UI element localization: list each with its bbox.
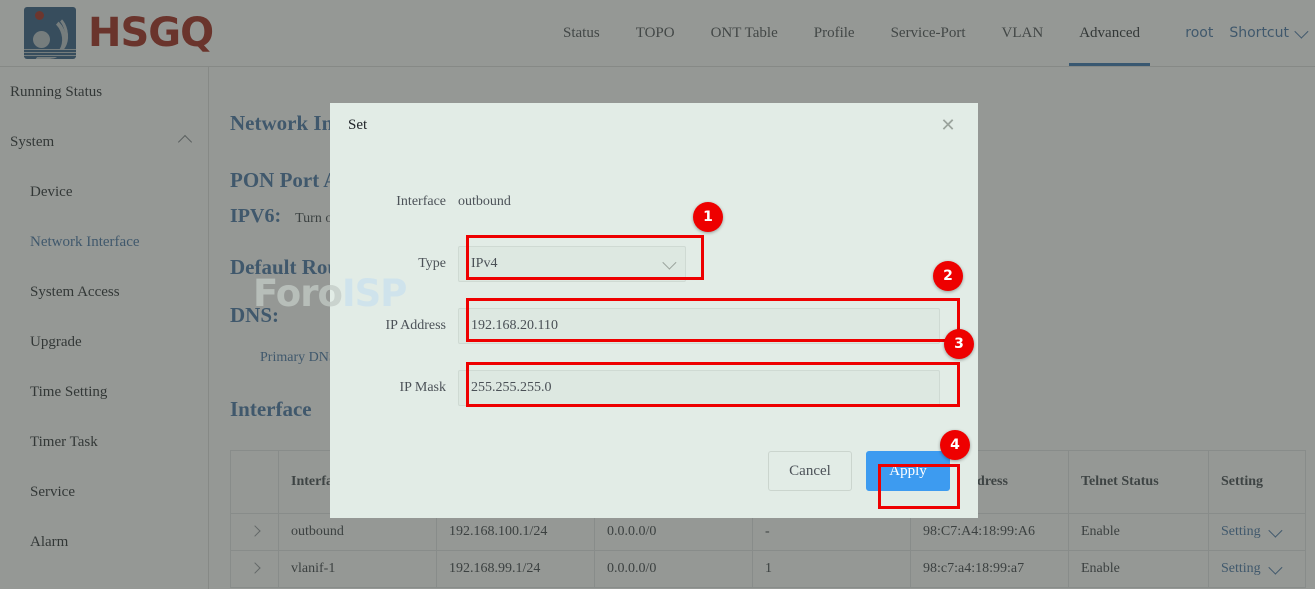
type-label: Type [330,256,458,272]
dialog-title: Set [348,117,367,134]
type-select[interactable]: IPv4 [458,246,686,282]
close-icon[interactable]: ✕ [938,117,958,137]
step-badge-1: 1 [693,202,723,232]
ip-address-label: IP Address [330,318,458,334]
ip-mask-label: IP Mask [330,380,458,396]
step-badge-2: 2 [933,261,963,291]
dialog-footer: Cancel Apply [768,451,950,491]
field-row-type: Type IPv4 [330,233,978,295]
ip-mask-input[interactable]: 255.255.255.0 [458,370,940,406]
step-badge-3: 3 [944,329,974,359]
interface-value: outbound [458,194,511,210]
ip-mask-value: 255.255.255.0 [471,380,552,396]
chevron-down-icon [662,256,676,270]
field-row-interface: Interface outbound [330,171,978,233]
type-selected-value: IPv4 [471,256,497,272]
apply-button[interactable]: Apply [866,451,950,491]
step-badge-4: 4 [940,430,970,460]
dialog-form: Interface outbound Type IPv4 IP Address … [330,171,978,419]
field-row-ip-mask: IP Mask 255.255.255.0 [330,357,978,419]
set-interface-dialog: ✕ Interface outbound Type IPv4 IP Addres… [330,103,978,518]
interface-label: Interface [330,194,458,210]
field-row-ip-address: IP Address 192.168.20.110 [330,295,978,357]
ip-address-value: 192.168.20.110 [471,318,558,334]
ip-address-input[interactable]: 192.168.20.110 [458,308,940,344]
cancel-button[interactable]: Cancel [768,451,852,491]
